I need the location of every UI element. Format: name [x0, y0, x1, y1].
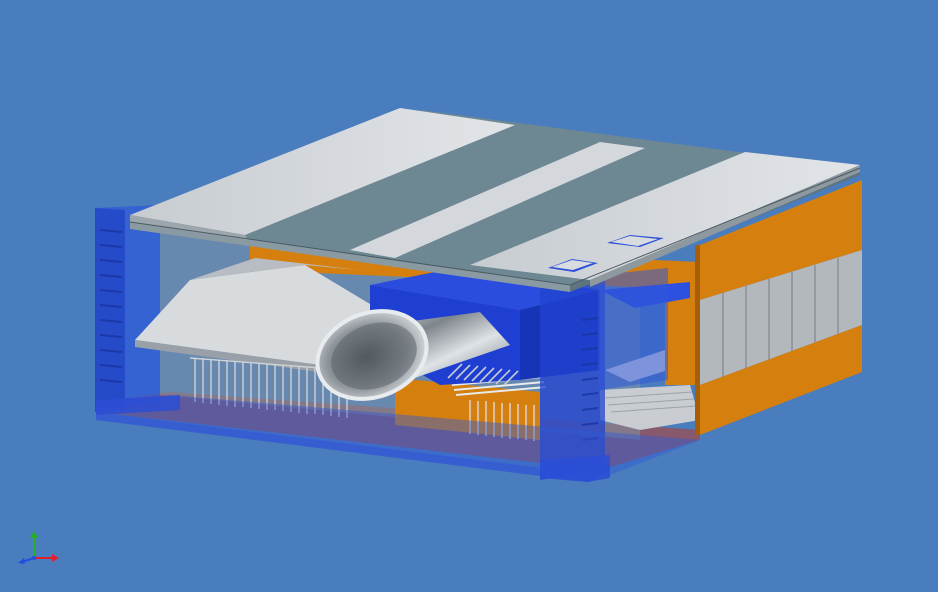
right-translucent-column	[598, 268, 668, 390]
cad-model-canvas[interactable]	[0, 0, 938, 592]
orange-right-inner	[665, 262, 700, 385]
right-wall-edge	[695, 245, 700, 435]
axis-triad-icon	[18, 531, 59, 564]
right-steps	[600, 385, 700, 430]
3d-viewport[interactable]	[0, 0, 938, 592]
